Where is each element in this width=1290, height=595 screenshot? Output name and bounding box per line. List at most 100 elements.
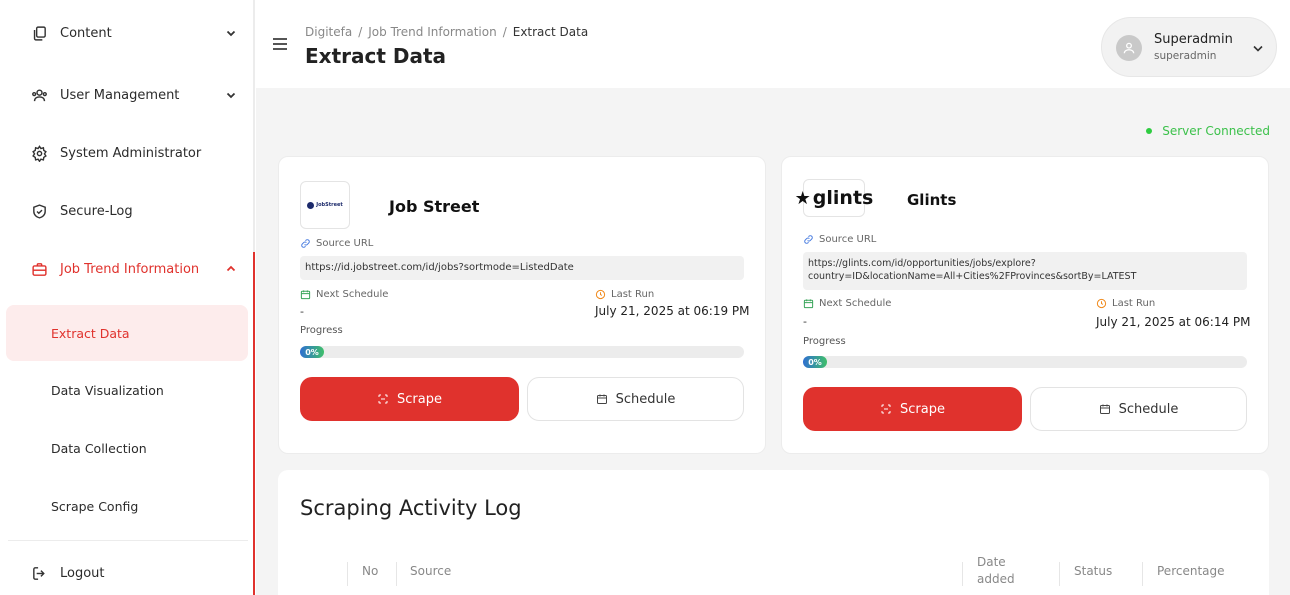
label-text: Last Run	[1112, 298, 1156, 309]
schedule-button[interactable]: Schedule	[1030, 387, 1247, 431]
label-text: Last Run	[611, 289, 655, 300]
sidebar-item-user-management[interactable]: User Management	[0, 66, 253, 124]
logout-label: Logout	[60, 565, 105, 581]
top-header: Digitefa / Job Trend Information / Extract D…	[256, 0, 1290, 88]
star-icon: ★	[794, 187, 811, 209]
menu-toggle-icon[interactable]	[273, 38, 287, 50]
sidebar-subitem-extract-data[interactable]: Extract Data	[6, 305, 248, 361]
server-status-text: Server Connected	[1162, 124, 1270, 138]
source-card-jobstreet: JobStreet Job Street Source URL https://…	[278, 156, 766, 454]
column-divider	[396, 562, 397, 586]
jobstreet-logo: JobStreet	[300, 181, 350, 229]
label-text: Next Schedule	[316, 289, 389, 300]
logout-icon	[30, 564, 48, 582]
progress-bar: 0%	[300, 346, 744, 358]
column-divider	[1142, 562, 1143, 586]
progress-bar: 0%	[803, 356, 1247, 368]
progress-label: Progress	[803, 336, 846, 347]
source-name: Glints	[907, 191, 957, 209]
sidebar-item-label: User Management	[60, 87, 180, 103]
button-label: Schedule	[1118, 401, 1179, 417]
sidebar-item-job-trend-information[interactable]: Job Trend Information	[0, 240, 253, 298]
next-schedule-label: Next Schedule	[803, 298, 891, 309]
briefcase-icon	[30, 260, 48, 278]
button-label: Schedule	[615, 391, 676, 407]
sidebar-divider	[8, 540, 248, 541]
last-run-value: July 21, 2025 at 06:14 PM	[1096, 315, 1251, 329]
sidebar-subitem-scrape-config[interactable]: Scrape Config	[0, 478, 253, 534]
calendar-icon	[1099, 404, 1110, 414]
last-run-label: Last Run	[1096, 298, 1155, 309]
column-header-percentage[interactable]: Percentage	[1157, 563, 1225, 580]
sidebar-item-label: System Administrator	[60, 145, 202, 161]
sidebar-item-label: Job Trend Information	[60, 261, 200, 277]
sidebar-item-content[interactable]: Content	[0, 4, 253, 62]
sidebar-item-label: Secure-Log	[60, 203, 133, 219]
link-icon	[301, 239, 310, 248]
column-header-no[interactable]: No	[362, 563, 378, 580]
server-status: Server Connected	[1146, 124, 1270, 138]
sidebar-item-secure-log[interactable]: Secure-Log	[0, 182, 253, 240]
next-schedule-label: Next Schedule	[300, 289, 388, 300]
clock-icon	[595, 289, 606, 300]
breadcrumb: Digitefa / Job Trend Information / Extract D…	[305, 25, 589, 39]
column-header-date-added[interactable]: Date added	[977, 554, 1027, 588]
source-name: Job Street	[389, 197, 480, 216]
last-run-value: July 21, 2025 at 06:19 PM	[595, 304, 750, 318]
progress-fill: 0%	[803, 356, 827, 368]
glints-logo: ★ glints	[795, 179, 873, 217]
calendar-icon	[803, 299, 814, 309]
clock-icon	[1096, 298, 1107, 309]
progress-label: Progress	[300, 325, 343, 336]
logout-button[interactable]: Logout	[0, 544, 253, 595]
scrape-button[interactable]: Scrape	[803, 387, 1022, 431]
label-text: Source URL	[316, 238, 374, 249]
user-menu[interactable]: Superadmin superadmin	[1101, 17, 1277, 77]
scrape-button[interactable]: Scrape	[300, 377, 519, 421]
button-label: Scrape	[397, 391, 442, 407]
source-url-label: Source URL	[300, 238, 373, 249]
column-header-source[interactable]: Source	[410, 563, 451, 580]
last-run-label: Last Run	[595, 289, 654, 300]
logo-text: JobStreet	[316, 202, 343, 208]
breadcrumb-item[interactable]: Job Trend Information	[368, 25, 496, 39]
column-header-status[interactable]: Status	[1074, 563, 1112, 580]
shield-check-icon	[30, 202, 48, 220]
column-divider	[962, 562, 963, 586]
label-text: Next Schedule	[819, 298, 892, 309]
section-title: Scraping Activity Log	[300, 496, 522, 520]
breadcrumb-item[interactable]: Digitefa	[305, 25, 352, 39]
sidebar-subitem-data-visualization[interactable]: Data Visualization	[0, 362, 253, 418]
sidebar: Content User Management System Administr…	[0, 0, 253, 595]
source-url: https://id.jobstreet.com/id/jobs?sortmod…	[300, 256, 744, 280]
sidebar-item-system-administrator[interactable]: System Administrator	[0, 124, 253, 182]
sidebar-border	[253, 0, 255, 252]
scraping-activity-log: Scraping Activity Log No Source Date add…	[278, 470, 1269, 595]
next-schedule-value: -	[300, 305, 304, 318]
progress-fill: 0%	[300, 346, 324, 358]
status-dot-icon	[1146, 128, 1153, 134]
page-title: Extract Data	[305, 44, 447, 68]
calendar-icon	[300, 290, 311, 300]
label-text: Source URL	[819, 234, 877, 245]
sidebar-active-indicator	[253, 252, 255, 595]
schedule-button[interactable]: Schedule	[527, 377, 744, 421]
logo-text: glints	[812, 187, 874, 209]
avatar	[1116, 35, 1142, 61]
next-schedule-value: -	[803, 315, 807, 328]
scan-icon	[881, 404, 891, 414]
button-label: Scrape	[900, 401, 945, 417]
copy-icon	[30, 24, 48, 42]
user-role: superadmin	[1154, 50, 1217, 62]
sidebar-item-label: Content	[60, 25, 112, 41]
chevron-down-icon	[226, 92, 236, 99]
link-icon	[804, 235, 813, 244]
chevron-up-icon	[226, 265, 236, 272]
breadcrumb-current: Extract Data	[512, 25, 589, 39]
column-divider	[1059, 562, 1060, 586]
scan-icon	[378, 394, 388, 404]
chevron-down-icon	[1253, 45, 1263, 52]
sidebar-subitem-data-collection[interactable]: Data Collection	[0, 420, 253, 476]
source-url: https://glints.com/id/opportunities/jobs…	[803, 252, 1247, 290]
chevron-down-icon	[226, 30, 236, 37]
